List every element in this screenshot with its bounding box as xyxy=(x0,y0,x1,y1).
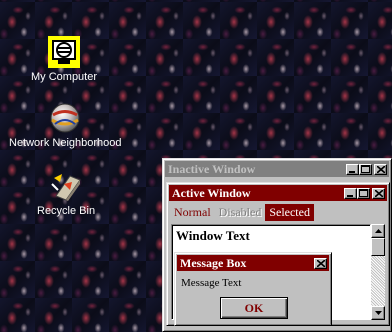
maximize-button[interactable] xyxy=(357,187,370,199)
desktop-icon-my-computer[interactable]: My Computer xyxy=(30,36,98,84)
close-button[interactable] xyxy=(374,163,387,175)
desktop-icon-label: My Computer xyxy=(31,71,98,83)
maximize-icon xyxy=(359,189,368,197)
message-box[interactable]: Message Box Message Text OK xyxy=(174,252,332,326)
minimize-button[interactable] xyxy=(344,187,357,199)
message-box-titlebar[interactable]: Message Box xyxy=(177,255,329,271)
minimize-button[interactable] xyxy=(346,163,359,175)
message-box-title: Message Box xyxy=(180,255,247,270)
message-text: Message Text xyxy=(181,277,242,289)
arrow-down-icon xyxy=(374,311,382,315)
menu-item-selected[interactable]: Selected xyxy=(265,203,314,221)
scroll-up-button[interactable] xyxy=(371,224,385,238)
active-window-title: Active Window xyxy=(172,185,251,200)
desktop-icon-recycle-bin[interactable]: Recycle Bin xyxy=(36,170,96,218)
minimize-icon xyxy=(347,194,353,197)
close-button[interactable] xyxy=(314,257,327,269)
network-icon xyxy=(49,102,81,134)
menu-item-disabled: Disabled xyxy=(218,204,262,219)
desktop-icon-label: Network Neighborhood xyxy=(9,137,122,149)
menu-bar: Normal Disabled Selected xyxy=(170,203,386,221)
vertical-scrollbar[interactable] xyxy=(371,224,385,320)
close-button[interactable] xyxy=(372,187,385,199)
scroll-thumb[interactable] xyxy=(371,238,385,256)
maximize-button[interactable] xyxy=(359,163,372,175)
recycle-bin-icon xyxy=(50,170,82,202)
inactive-window-title: Inactive Window xyxy=(168,161,256,176)
scroll-down-button[interactable] xyxy=(371,306,385,320)
close-icon xyxy=(376,165,385,173)
arrow-up-icon xyxy=(374,229,382,233)
menu-item-normal[interactable]: Normal xyxy=(170,204,215,221)
desktop-icon-label: Recycle Bin xyxy=(37,205,96,217)
close-icon xyxy=(374,189,383,197)
minimize-icon xyxy=(349,170,355,173)
active-window-titlebar[interactable]: Active Window xyxy=(169,185,387,201)
computer-icon xyxy=(48,36,81,68)
window-text: Window Text xyxy=(176,228,250,243)
ok-button[interactable]: OK xyxy=(220,297,288,319)
maximize-icon xyxy=(361,165,370,173)
close-icon xyxy=(316,259,325,267)
desktop-icon-network-neighborhood[interactable]: Network Neighborhood xyxy=(8,102,123,150)
inactive-window-titlebar[interactable]: Inactive Window xyxy=(165,161,389,177)
